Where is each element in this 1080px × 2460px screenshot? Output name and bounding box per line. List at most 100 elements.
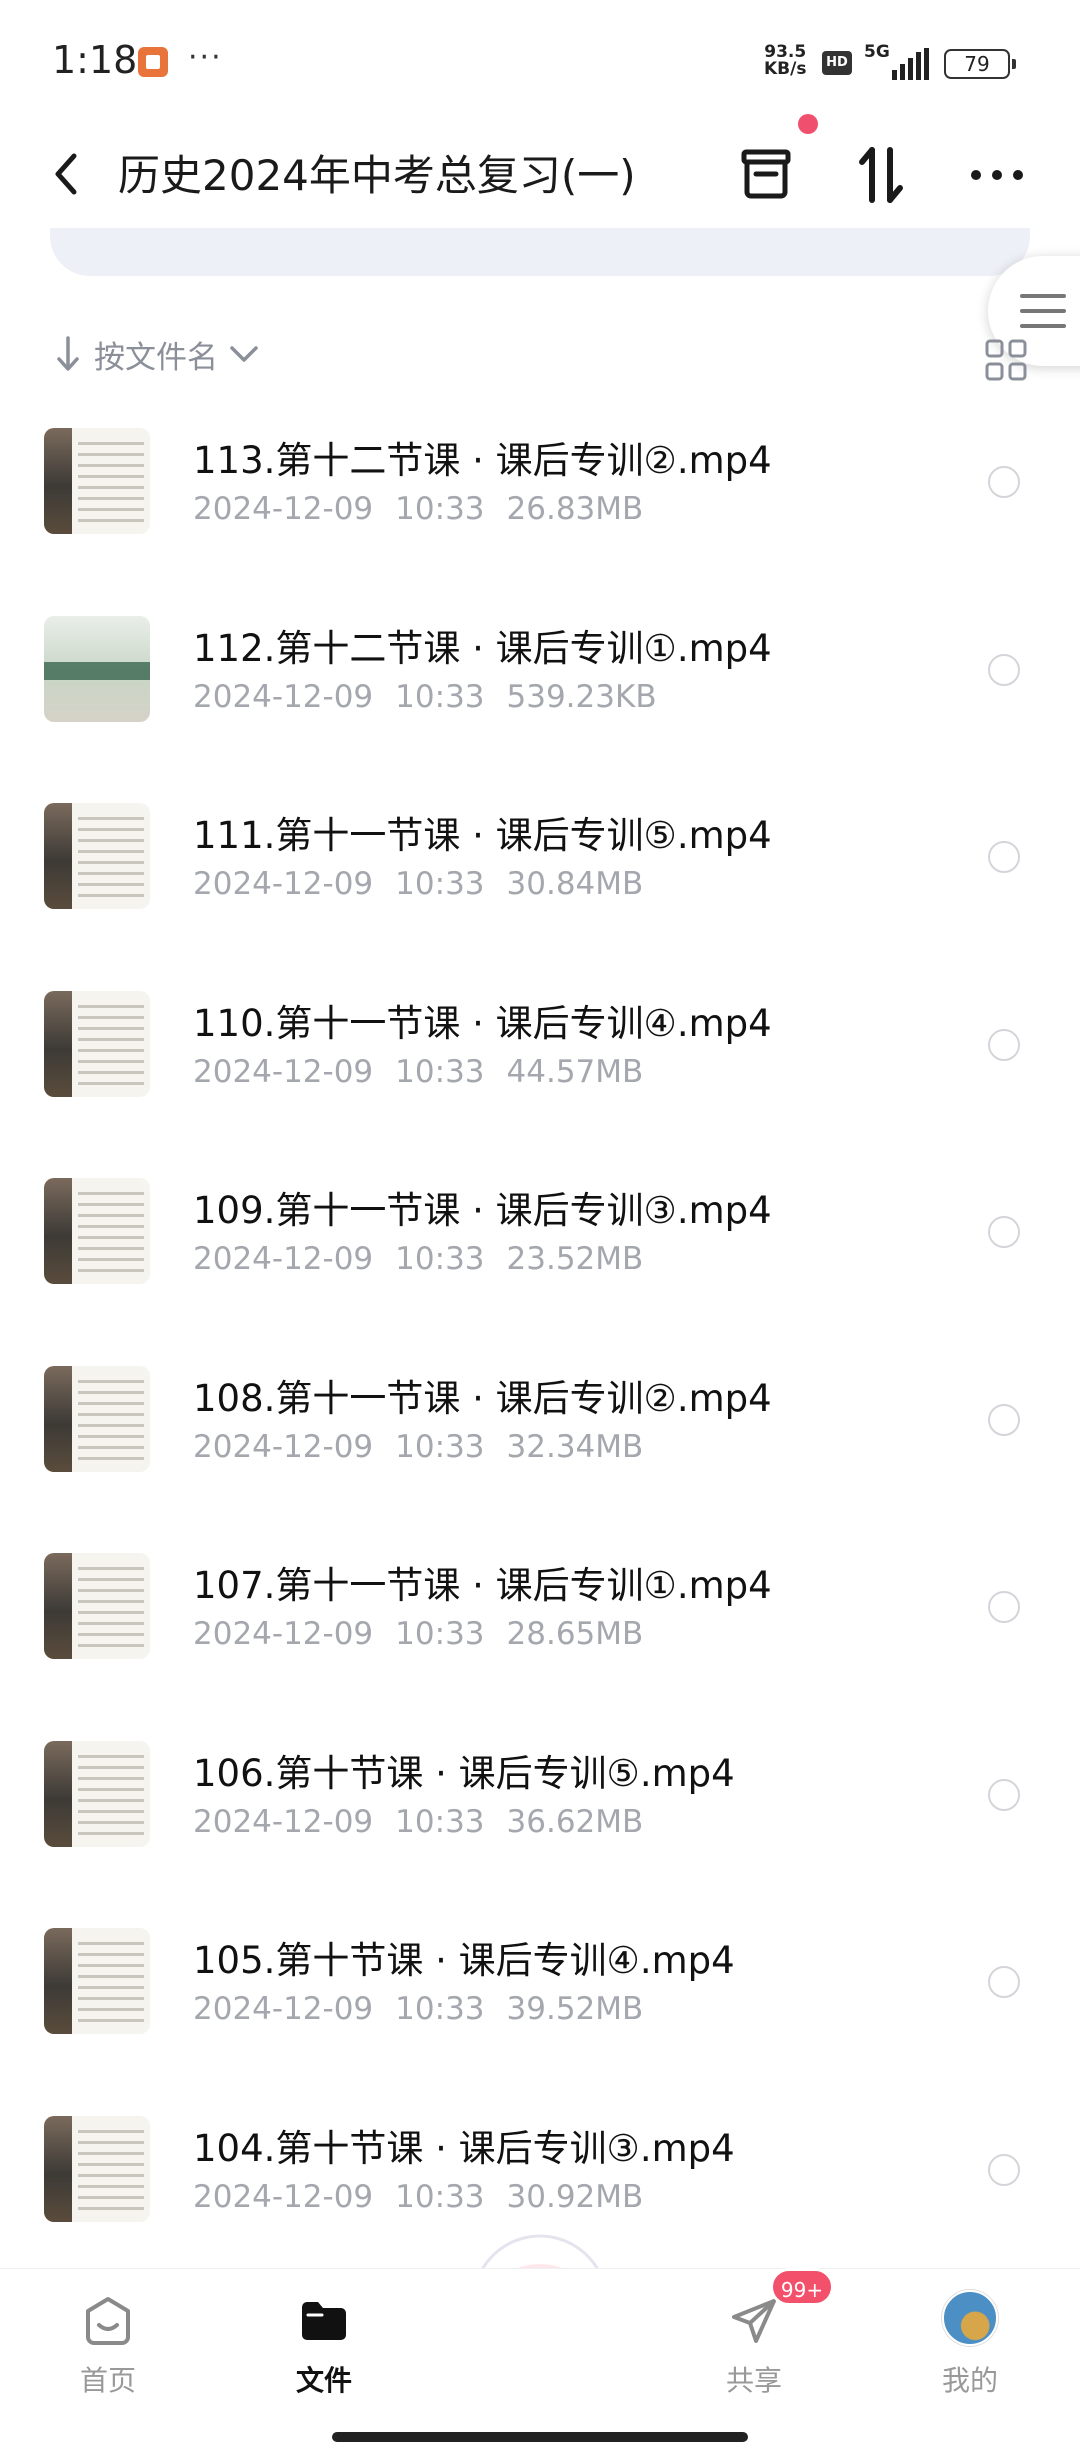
status-bar: 1:18 ··· 93.5 KB/s HD 5G 79 — [0, 0, 1080, 120]
folder-icon — [302, 2302, 346, 2340]
select-radio[interactable] — [988, 1778, 1020, 1811]
page-title: 历史2024年中考总复习(一) — [118, 151, 636, 200]
file-meta: 2024-12-09 10:33 32.34MB — [193, 1429, 643, 1465]
video-thumbnail — [44, 428, 150, 534]
top-app-bar: 历史2024年中考总复习(一) — [0, 120, 1080, 230]
file-time: 10:33 — [395, 1241, 485, 1277]
file-time: 10:33 — [395, 866, 485, 902]
file-date: 2024-12-09 — [193, 1241, 374, 1277]
file-name: 112.第十二节课 · 课后专训①.mp4 — [193, 626, 772, 670]
select-radio[interactable] — [988, 1028, 1020, 1061]
nav-home-label: 首页 — [79, 2364, 136, 2397]
file-time: 10:33 — [395, 1053, 485, 1090]
network-speed: 93.5 KB/s — [764, 44, 806, 78]
file-date: 2024-12-09 — [193, 2178, 374, 2215]
file-meta: 2024-12-09 10:33 23.52MB — [193, 1241, 643, 1277]
select-radio[interactable] — [988, 1216, 1020, 1248]
file-meta: 2024-12-09 10:33 26.83MB — [193, 491, 643, 527]
file-size: 32.34MB — [506, 1428, 644, 1465]
file-meta: 2024-12-09 10:33 44.57MB — [193, 1054, 643, 1090]
select-radio[interactable] — [988, 2153, 1020, 2186]
file-date: 2024-12-09 — [193, 1991, 374, 2027]
file-name: 113.第十二节课 · 课后专训②.mp4 — [193, 439, 772, 482]
video-thumbnail — [44, 1740, 150, 1847]
back-chevron-icon[interactable] — [46, 150, 86, 198]
file-name: 110.第十一节课 · 课后专训④.mp4 — [193, 1001, 772, 1045]
select-radio[interactable] — [988, 466, 1020, 498]
select-radio[interactable] — [988, 1591, 1020, 1623]
sort-label: 按文件名 — [94, 339, 218, 376]
file-size: 44.57MB — [506, 1053, 644, 1090]
file-meta: 2024-12-09 10:33 539.23KB — [193, 679, 657, 715]
file-row[interactable]: 107.第十一节课 · 课后专训①.mp4 2024-12-09 10:33 28.… — [0, 1525, 1080, 1713]
nav-home[interactable]: 首页 — [38, 2269, 178, 2429]
video-thumbnail — [44, 1178, 150, 1284]
file-time: 10:33 — [395, 678, 485, 715]
file-name: 106.第十节课 · 课后专训⑤.mp4 — [193, 1751, 735, 1795]
select-radio[interactable] — [988, 1403, 1020, 1436]
file-date: 2024-12-09 — [193, 1616, 374, 1652]
file-name: 107.第十一节课 · 课后专训①.mp4 — [193, 1564, 772, 1607]
archive-box-icon — [741, 149, 791, 199]
select-radio[interactable] — [988, 841, 1020, 873]
home-indicator — [332, 2432, 748, 2442]
share-count-badge: 99+ — [770, 2268, 834, 2306]
file-row[interactable]: 108.第十一节课 · 课后专训②.mp4 2024-12-09 10:33 32.… — [0, 1338, 1080, 1526]
file-name: 105.第十节课 · 课后专训④.mp4 — [193, 1939, 735, 1982]
network-speed-unit: KB/s — [764, 59, 807, 79]
sort-toggle-button[interactable] — [846, 140, 916, 210]
banner-card — [50, 228, 1030, 276]
file-name: 109.第十一节课 · 课后专训③.mp4 — [193, 1189, 772, 1232]
file-list: 113.第十二节课 · 课后专训②.mp4 2024-12-09 10:33 26.… — [0, 400, 1080, 2275]
select-radio[interactable] — [988, 1966, 1020, 1998]
video-thumbnail — [44, 990, 150, 1097]
nav-files-label: 文件 — [295, 2364, 352, 2397]
archive-button[interactable] — [730, 140, 800, 210]
file-size: 23.52MB — [506, 1241, 644, 1277]
file-meta: 2024-12-09 10:33 36.62MB — [193, 1804, 643, 1840]
file-row[interactable]: 111.第十一节课 · 课后专训⑤.mp4 2024-12-09 10:33 30.… — [0, 775, 1080, 963]
nav-files[interactable]: 文件 — [254, 2269, 394, 2429]
video-thumbnail — [44, 803, 150, 909]
file-meta: 2024-12-09 10:33 28.65MB — [193, 1616, 643, 1652]
hamburger-menu-icon — [1020, 294, 1066, 328]
home-icon — [86, 2297, 130, 2345]
file-size: 30.84MB — [506, 866, 644, 902]
more-dots-icon — [971, 170, 1023, 180]
file-row[interactable]: 106.第十节课 · 课后专训⑤.mp4 2024-12-09 10:33 36.6… — [0, 1713, 1080, 1901]
file-time: 10:33 — [395, 2178, 485, 2215]
file-meta: 2024-12-09 10:33 30.84MB — [193, 866, 643, 902]
file-size: 39.52MB — [506, 1991, 644, 2027]
select-radio[interactable] — [988, 653, 1020, 686]
grid-view-icon[interactable] — [984, 338, 1028, 382]
file-date: 2024-12-09 — [193, 1803, 374, 1840]
status-time: 1:18 — [52, 38, 138, 82]
avatar[interactable] — [942, 2290, 998, 2346]
file-date: 2024-12-09 — [193, 866, 374, 902]
file-time: 10:33 — [395, 1616, 485, 1652]
file-row[interactable]: 110.第十一节课 · 课后专训④.mp4 2024-12-09 10:33 44.… — [0, 963, 1080, 1151]
video-thumbnail — [44, 615, 150, 722]
send-icon — [732, 2299, 776, 2343]
file-row[interactable]: 109.第十一节课 · 课后专训③.mp4 2024-12-09 10:33 23.… — [0, 1150, 1080, 1338]
file-row[interactable]: 113.第十二节课 · 课后专训②.mp4 2024-12-09 10:33 26.… — [0, 400, 1080, 588]
file-date: 2024-12-09 — [193, 678, 374, 715]
signal-icon — [892, 48, 929, 80]
battery-icon: 79 — [944, 49, 1016, 79]
more-button[interactable] — [962, 140, 1032, 210]
file-time: 10:33 — [395, 1428, 485, 1465]
file-row[interactable]: 112.第十二节课 · 课后专训①.mp4 2024-12-09 10:33 539… — [0, 588, 1080, 776]
file-time: 10:33 — [395, 491, 485, 527]
file-row[interactable]: 105.第十节课 · 课后专训④.mp4 2024-12-09 10:33 39.5… — [0, 1900, 1080, 2088]
sort-selector[interactable]: 按文件名 — [56, 330, 260, 378]
video-thumbnail — [44, 1928, 150, 2034]
file-name: 111.第十一节课 · 课后专训⑤.mp4 — [193, 814, 772, 857]
file-size: 36.62MB — [506, 1803, 644, 1840]
video-thumbnail — [44, 2115, 150, 2222]
file-size: 26.83MB — [506, 491, 644, 527]
file-name: 104.第十节课 · 课后专训③.mp4 — [193, 2126, 735, 2170]
notification-dot — [798, 114, 818, 134]
nav-share-label: 共享 — [725, 2364, 782, 2397]
file-date: 2024-12-09 — [193, 1428, 374, 1465]
file-name: 108.第十一节课 · 课后专训②.mp4 — [193, 1376, 772, 1420]
